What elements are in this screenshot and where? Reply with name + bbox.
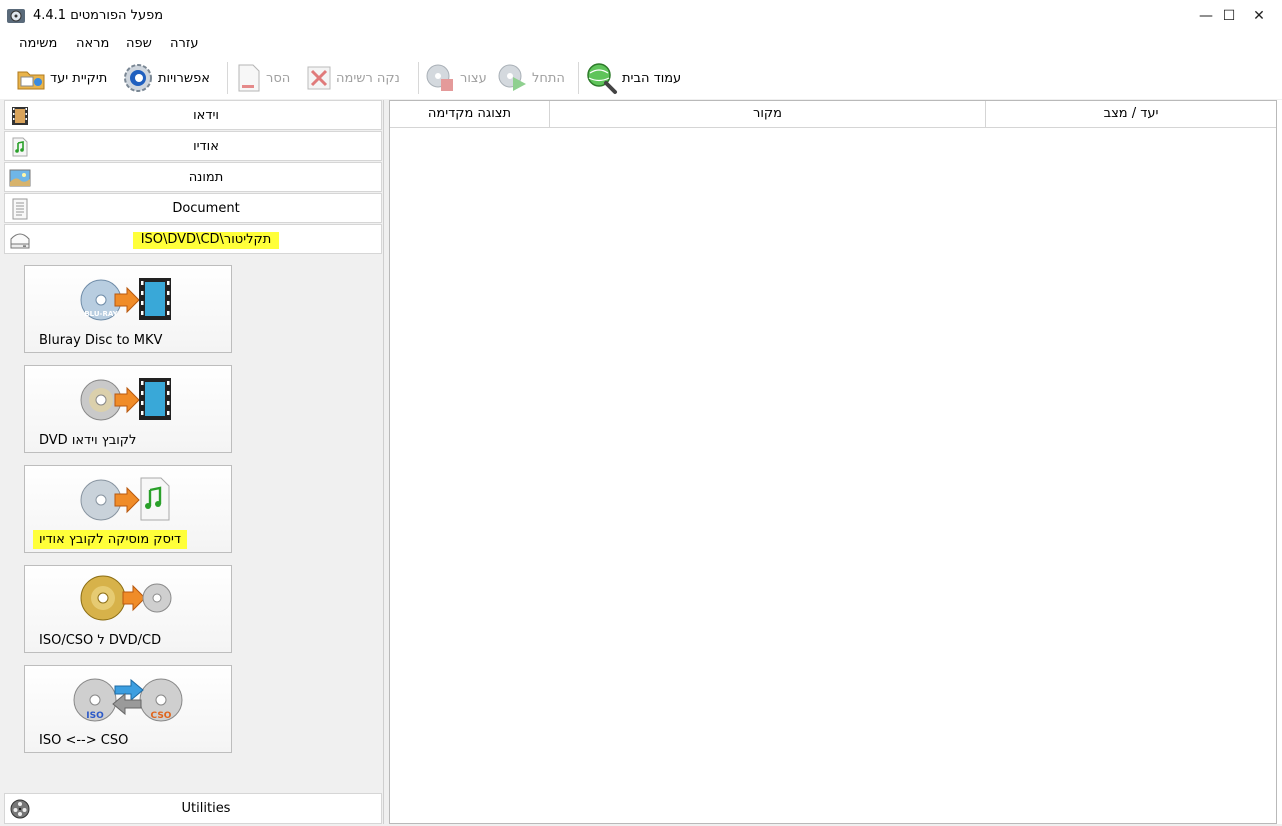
category-video[interactable]: וידאו (4, 100, 382, 130)
disc-drive-icon (10, 233, 30, 249)
tile-bluray-to-mkv[interactable]: BLU-RAY Bluray Disc to MKV (24, 265, 232, 353)
menu-help[interactable]: עזרה (170, 36, 198, 51)
remove-file-icon (238, 64, 260, 92)
column-header-output-status[interactable]: יעד / מצב (986, 101, 1276, 128)
film-icon (12, 107, 28, 125)
file-list[interactable]: תצוגה מקדימה מקור יעד / מצב (389, 100, 1277, 824)
clear-list-icon (307, 66, 331, 90)
disc-to-iso-icon (80, 575, 172, 621)
close-button[interactable]: ✕ (1236, 0, 1282, 32)
category-picture[interactable]: תמונה (4, 162, 382, 192)
app-icon (7, 9, 25, 23)
category-panel: וידאו אודיו תמונה Document ISO\DVD\CD\תק… (4, 100, 384, 824)
options-button[interactable]: אפשרויות (122, 60, 210, 96)
gear-icon (124, 64, 152, 92)
toolbar-separator (227, 62, 228, 94)
folder-icon (17, 71, 45, 90)
start-icon (498, 64, 526, 91)
tile-music-cd-to-audio[interactable]: דיסק מוסיקה לקובץ אודיו (24, 465, 232, 553)
category-document[interactable]: Document (4, 193, 382, 223)
start-button[interactable]: התחל (496, 60, 565, 96)
dvd-to-film-icon (80, 378, 171, 421)
stop-button[interactable]: עצור (424, 60, 487, 96)
document-icon (12, 198, 28, 220)
bluray-icon-text: BLU-RAY (84, 310, 118, 318)
film-reel-icon (10, 799, 30, 819)
toolbar: תיקיית יעד אפשרויות הסר נקה רשימה עצור ה… (0, 56, 1282, 99)
globe-search-icon (587, 63, 617, 94)
category-audio[interactable]: אודיו (4, 131, 382, 161)
remove-button[interactable]: הסר (236, 60, 290, 96)
toolbar-separator (418, 62, 419, 94)
column-header-preview[interactable]: תצוגה מקדימה (390, 101, 550, 128)
menu-language[interactable]: שפה (126, 36, 152, 51)
clear-list-button[interactable]: נקה רשימה (306, 60, 400, 96)
iso-cso-convert-icon: ISO CSO (73, 678, 183, 722)
menu-bar: משימה מראה שפה עזרה (0, 32, 1282, 56)
stop-icon (426, 64, 453, 91)
title-bar: מפעל הפורמטים 4.4.1 — ☐ ✕ (0, 0, 1282, 32)
home-page-button[interactable]: עמוד הבית (584, 60, 681, 96)
toolbar-separator (578, 62, 579, 94)
tile-dvd-to-video[interactable]: DVD לקובץ וידאו (24, 365, 232, 453)
column-header-source[interactable]: מקור (550, 101, 986, 128)
picture-icon (9, 169, 31, 187)
bluray-to-film-icon: BLU-RAY (80, 278, 171, 321)
target-folder-button[interactable]: תיקיית יעד (16, 60, 107, 96)
tile-dvd-cd-to-iso[interactable]: ISO/CSO ל DVD/CD (24, 565, 232, 653)
menu-view[interactable]: מראה (76, 36, 109, 51)
rom-category-label: ISO\DVD\CD\תקליטור (132, 232, 280, 249)
category-utilities[interactable]: Utilities (4, 793, 382, 824)
cd-to-audio-icon (80, 477, 170, 521)
tile-iso-cso[interactable]: ISO CSO ISO <--> CSO (24, 665, 232, 753)
category-rom-device[interactable]: ISO\DVD\CD\תקליטור (4, 224, 382, 254)
iso-icon-text: ISO (86, 711, 104, 721)
music-note-icon (12, 137, 28, 157)
window-title: מפעל הפורמטים 4.4.1 (33, 8, 164, 23)
menu-task[interactable]: משימה (19, 36, 57, 51)
cso-icon-text: CSO (151, 711, 172, 721)
window-edge (1277, 100, 1282, 824)
